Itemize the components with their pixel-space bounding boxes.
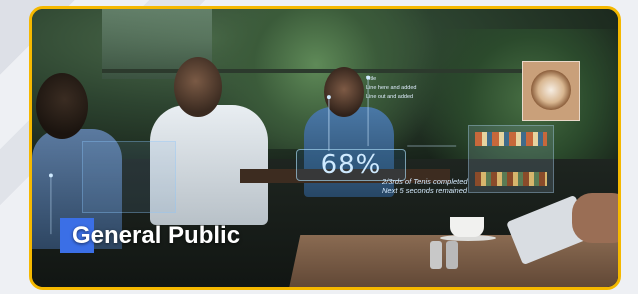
hand — [572, 193, 618, 243]
ar-bullet-list: Title Line here and added Line out and a… — [366, 75, 456, 102]
person-center-head — [174, 57, 222, 117]
person-left-head — [36, 73, 88, 139]
card-title: General Public — [60, 218, 240, 253]
card-title-text: General Public — [72, 221, 241, 249]
ar-coffee-card — [522, 61, 580, 121]
pepper-shaker — [446, 241, 458, 269]
coffee-cup — [450, 217, 484, 237]
ar-shelf-panel — [468, 125, 554, 193]
person-right-head — [324, 67, 364, 117]
book-row — [475, 172, 547, 186]
ar-overlay-panel — [82, 141, 176, 213]
ar-bullet-line: Line here and added — [366, 85, 417, 91]
salt-shaker — [430, 241, 442, 269]
hero-image-card[interactable]: Title Line here and added Line out and a… — [29, 6, 621, 290]
ar-bullet-line: Title — [366, 76, 377, 82]
ar-bullet-line: Line out and added — [366, 94, 414, 100]
book-row — [475, 132, 547, 146]
latte-art-icon — [531, 70, 571, 110]
